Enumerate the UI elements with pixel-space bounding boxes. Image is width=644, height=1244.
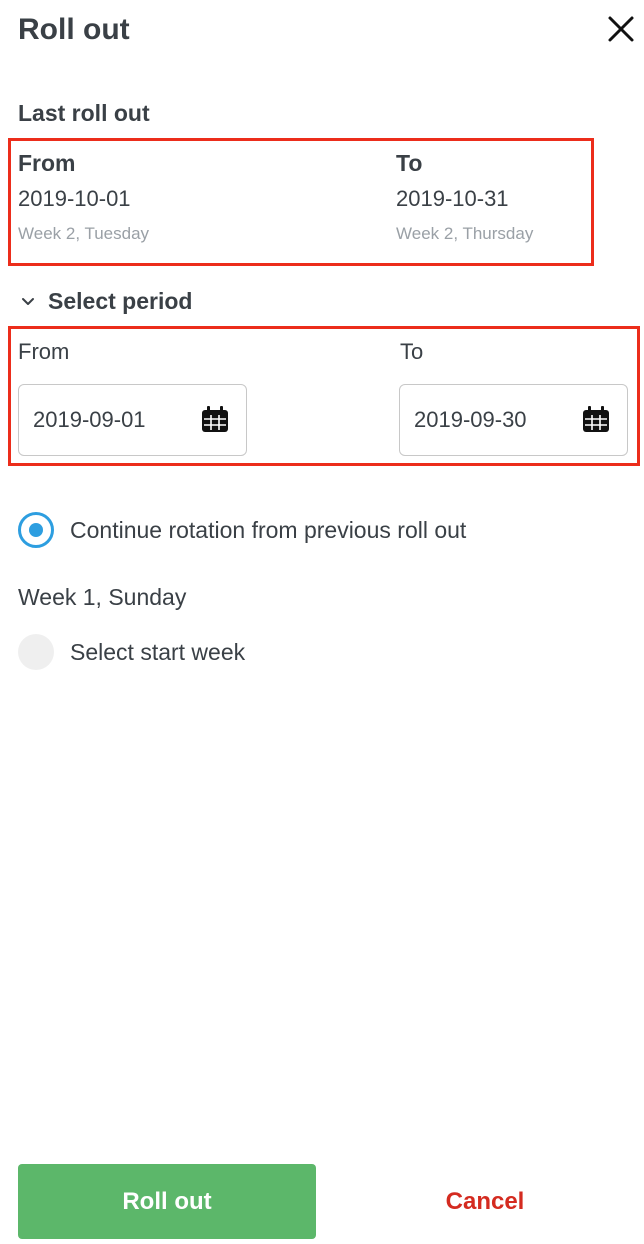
period-from-value: 2019-09-01 bbox=[33, 407, 146, 432]
select-start-week-option[interactable]: Select start week bbox=[18, 634, 245, 670]
last-to-label: To bbox=[396, 150, 423, 176]
last-roll-out-heading: Last roll out bbox=[18, 100, 150, 126]
chevron-down-icon bbox=[22, 298, 34, 305]
select-period-toggle[interactable]: Select period bbox=[18, 286, 192, 316]
last-roll-out-to: To 2019-10-31 Week 2, Thursday bbox=[396, 148, 533, 246]
calendar-icon[interactable] bbox=[581, 406, 611, 434]
continue-rotation-option[interactable]: Continue rotation from previous roll out bbox=[18, 512, 466, 548]
close-button[interactable] bbox=[604, 12, 638, 46]
select-start-week-radio[interactable] bbox=[18, 634, 54, 670]
period-to-label: To bbox=[400, 339, 424, 364]
period-from-label: From bbox=[18, 339, 70, 364]
select-start-week-label: Select start week bbox=[70, 638, 246, 665]
rotation-week-text: Week 1, Sunday bbox=[18, 584, 187, 610]
continue-rotation-label: Continue rotation from previous roll out bbox=[70, 516, 467, 543]
last-to-date: 2019-10-31 bbox=[396, 186, 509, 211]
close-icon bbox=[608, 16, 634, 42]
last-from-date: 2019-10-01 bbox=[18, 186, 131, 211]
select-period-label: Select period bbox=[48, 287, 193, 314]
period-to-value: 2019-09-30 bbox=[414, 407, 527, 432]
period-to-input[interactable]: 2019-09-30 bbox=[399, 384, 628, 456]
continue-rotation-radio[interactable] bbox=[18, 512, 54, 548]
roll-out-button[interactable]: Roll out bbox=[18, 1164, 316, 1239]
page-title: Roll out bbox=[18, 13, 130, 46]
last-from-week: Week 2, Tuesday bbox=[18, 224, 150, 243]
last-roll-out-from: From 2019-10-01 Week 2, Tuesday bbox=[18, 148, 149, 246]
cancel-button[interactable]: Cancel bbox=[336, 1164, 634, 1239]
calendar-icon[interactable] bbox=[200, 406, 230, 434]
period-from-input[interactable]: 2019-09-01 bbox=[18, 384, 247, 456]
last-to-week: Week 2, Thursday bbox=[396, 224, 534, 243]
last-from-label: From bbox=[18, 150, 76, 176]
